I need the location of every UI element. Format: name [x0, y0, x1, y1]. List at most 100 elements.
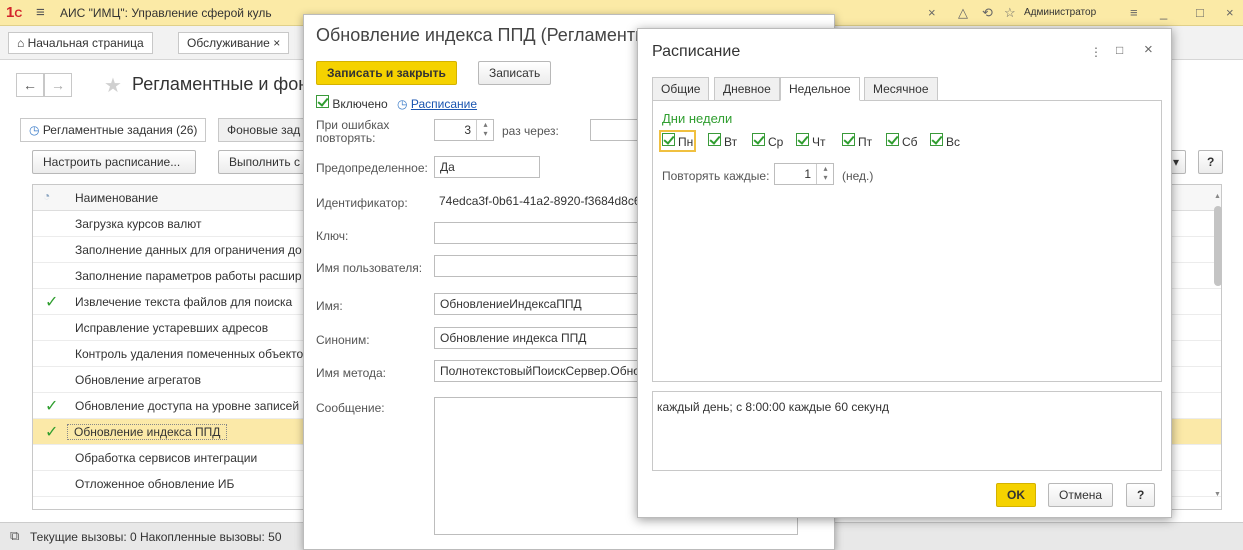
checkbox-box[interactable]: [930, 133, 943, 146]
user-input[interactable]: [434, 255, 644, 277]
close-icon[interactable]: ×: [1144, 41, 1153, 58]
row-label: Заполнение параметров работы расшир: [75, 269, 302, 283]
row-label: Извлечение текста файлов для поиска: [75, 295, 293, 309]
cancel-button[interactable]: Отмена: [1048, 483, 1114, 507]
save-and-close-button[interactable]: Записать и закрыть: [316, 61, 457, 85]
identifier-label: Идентификатор:: [316, 196, 408, 210]
tab-weekly[interactable]: Недельное: [780, 77, 860, 101]
tab-label: Фоновые зад: [227, 123, 301, 137]
checkbox-box[interactable]: [796, 133, 809, 146]
tab-general[interactable]: Общие: [652, 77, 710, 101]
schedule-dialog: Расписание ⋮ □ × Общие Дневное Недельное…: [637, 28, 1172, 518]
enabled-check-icon: ✓: [45, 294, 59, 311]
enabled-checkbox[interactable]: [316, 95, 329, 108]
tab-label: Начальная страница: [27, 36, 144, 50]
app-logo: 1С: [6, 4, 23, 21]
method-field[interactable]: ПолнотекстовыйПоискСервер.Обно: [434, 360, 644, 382]
weekday-checkbox[interactable]: Вс: [930, 133, 960, 149]
enabled-label: Включено: [332, 97, 388, 111]
checkbox-box[interactable]: [752, 133, 765, 146]
page-title: Регламентные и фон: [132, 74, 309, 94]
window-title: АИС "ИМЦ": Управление сферой куль: [60, 6, 272, 20]
tab-background-jobs[interactable]: Фоновые зад: [218, 118, 310, 142]
favorites-icon[interactable]: ☆: [1004, 5, 1016, 21]
weekday-label: Вс: [946, 135, 961, 149]
menu-icon[interactable]: ≡: [36, 4, 45, 21]
svg-text:▼: ▼: [1214, 491, 1221, 498]
save-button[interactable]: Записать: [478, 61, 552, 85]
more-icon[interactable]: ⋮: [1090, 45, 1102, 59]
dialog-title: Расписание: [652, 43, 741, 60]
synonym-field[interactable]: Обновление индекса ППД: [434, 327, 644, 349]
close-icon[interactable]: ×: [273, 36, 280, 50]
row-label: Загрузка курсов валют: [75, 217, 202, 231]
weekday-label: Чт: [812, 135, 826, 149]
help-button[interactable]: ?: [1126, 483, 1156, 507]
weekday-checkbox[interactable]: Вт: [708, 133, 737, 149]
close-tab-icon[interactable]: ×: [928, 5, 936, 20]
settings-menu-icon[interactable]: ≡: [1130, 5, 1138, 20]
retry-interval-input[interactable]: [590, 119, 638, 141]
checkbox-box[interactable]: [886, 133, 899, 146]
tab-scheduled-jobs[interactable]: ◷ Регламентные задания (26): [20, 118, 207, 142]
user-name[interactable]: Администратор: [1024, 7, 1096, 18]
execute-button[interactable]: Выполнить с: [218, 150, 311, 174]
maximize-icon[interactable]: □: [1196, 5, 1204, 20]
row-label: Исправление устаревших адресов: [75, 321, 269, 335]
weekday-checkbox[interactable]: Пн: [658, 130, 697, 152]
user-label: Имя пользователя:: [316, 261, 423, 275]
weekday-label: Ср: [768, 135, 784, 149]
row-label: Обновление индекса ППД: [67, 424, 228, 440]
tab-daily[interactable]: Дневное: [714, 77, 780, 101]
weekday-label: Сб: [902, 135, 918, 149]
history-icon[interactable]: ⟲: [982, 5, 993, 21]
close-window-icon[interactable]: ×: [1226, 5, 1234, 20]
dialog-title: Обновление индекса ППД (Регламентн: [316, 25, 646, 45]
tab-home[interactable]: ⌂ Начальная страница: [8, 32, 153, 54]
repeat-label: Повторять каждые:: [662, 169, 770, 183]
name-field[interactable]: ОбновлениеИндексаППД: [434, 293, 644, 315]
status-text: Текущие вызовы: 0 Накопленные вызовы: 50: [30, 530, 282, 544]
weekday-checkbox[interactable]: Сб: [886, 133, 918, 149]
enabled-check-icon: ✓: [45, 398, 59, 415]
checkbox-box[interactable]: [662, 133, 675, 146]
maximize-icon[interactable]: □: [1116, 43, 1123, 57]
window-icon: ⧉: [10, 528, 20, 543]
identifier-value: 74edca3f-0b61-41a2-8920-f3684d8c6: [434, 191, 644, 213]
tab-label: Обслуживание: [187, 36, 270, 50]
clock-icon: ◷: [397, 97, 408, 111]
weekday-checkbox[interactable]: Пт: [842, 133, 872, 149]
tab-service[interactable]: Обслуживание ×: [178, 32, 290, 54]
back-button[interactable]: ←: [16, 73, 44, 97]
row-label: Обновление доступа на уровне записей: [75, 399, 300, 413]
name-label: Имя:: [316, 299, 343, 313]
method-label: Имя метода:: [316, 366, 387, 380]
checkbox-box[interactable]: [842, 133, 855, 146]
clock-icon: ◷: [29, 123, 40, 137]
ok-button[interactable]: OK: [996, 483, 1036, 507]
configure-schedule-button[interactable]: Настроить расписание...: [32, 150, 196, 174]
key-input[interactable]: [434, 222, 644, 244]
tab-monthly[interactable]: Месячное: [864, 77, 938, 101]
retry-spinner[interactable]: ▴ ▾: [476, 120, 494, 140]
weekday-checkbox[interactable]: Ср: [752, 133, 783, 149]
help-button[interactable]: ?: [1198, 150, 1224, 174]
synonym-label: Синоним:: [316, 333, 370, 347]
weekday-checkbox[interactable]: Чт: [796, 133, 826, 149]
forward-button[interactable]: →: [44, 73, 72, 97]
schedule-link[interactable]: Расписание: [411, 97, 477, 111]
column-header-name[interactable]: Наименование: [75, 191, 158, 205]
days-heading: Дни недели: [662, 111, 733, 126]
row-label: Отложенное обновление ИБ: [75, 477, 235, 491]
svg-text:▲: ▲: [1214, 193, 1221, 200]
tab-label: Регламентные задания (26): [42, 123, 198, 137]
repeat-spinner[interactable]: ▴ ▾: [816, 164, 834, 184]
vertical-scrollbar[interactable]: ▲ ▼: [1212, 190, 1224, 500]
row-label: Обновление агрегатов: [75, 373, 201, 387]
minimize-icon[interactable]: _: [1160, 5, 1167, 20]
weekday-label: Пт: [858, 135, 873, 149]
favorite-star-icon[interactable]: ★: [104, 73, 122, 98]
predefined-field[interactable]: Да: [434, 156, 540, 178]
checkbox-box[interactable]: [708, 133, 721, 146]
bell-icon[interactable]: △: [958, 5, 968, 21]
